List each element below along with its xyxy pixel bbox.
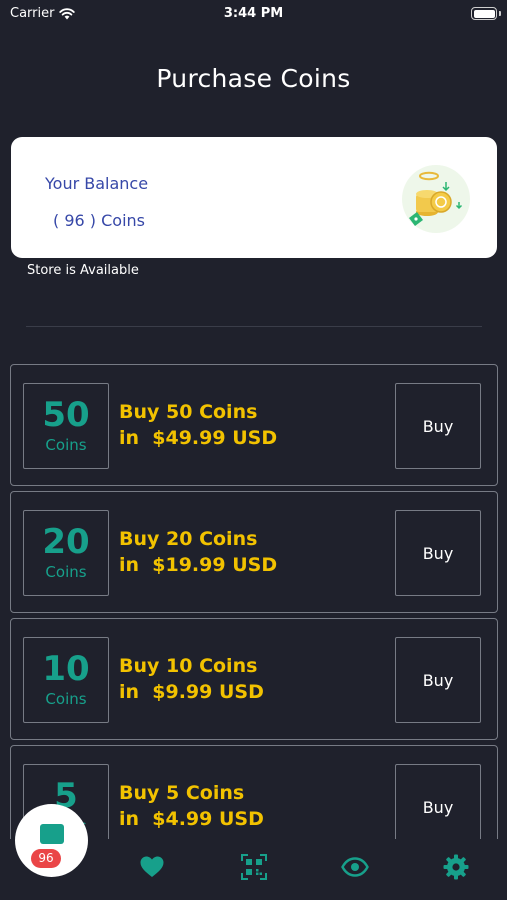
balance-label: Your Balance [45, 174, 149, 193]
coin-amount-box: 20 Coins [23, 510, 109, 596]
package-list[interactable]: 50 Coins Buy 50 Coins in $49.99 USD Buy … [10, 364, 498, 872]
status-time: 3:44 PM [223, 6, 284, 21]
coins-illustration-icon [402, 165, 470, 233]
qr-code-icon [241, 854, 267, 880]
package-price: in $49.99 USD [119, 427, 278, 449]
tab-favorites[interactable] [137, 852, 167, 882]
coin-amount-box: 10 Coins [23, 637, 109, 723]
page-title: Purchase Coins [156, 64, 351, 93]
package-title: Buy 10 Coins [119, 655, 258, 677]
package-price: in $4.99 USD [119, 808, 264, 830]
package-description: Buy 10 Coins in $9.99 USD [119, 653, 264, 705]
buy-button-20[interactable]: Buy [395, 510, 481, 596]
balance-card: Your Balance ( 96 ) Coins [11, 137, 497, 258]
coin-amount: 50 [42, 395, 90, 435]
package-price: in $9.99 USD [119, 681, 264, 703]
tab-settings[interactable] [441, 852, 471, 882]
coin-unit: Coins [45, 690, 87, 708]
coin-amount-box: 50 Coins [23, 383, 109, 469]
package-title: Buy 5 Coins [119, 782, 245, 804]
status-bar: Carrier 3:44 PM [0, 0, 507, 28]
package-price: in $19.99 USD [119, 554, 278, 576]
eye-icon [341, 857, 369, 877]
coin-unit: Coins [45, 436, 87, 454]
store-status: Store is Available [27, 263, 139, 278]
wallet-balance-badge: 96 [31, 849, 61, 868]
buy-button-50[interactable]: Buy [395, 383, 481, 469]
tab-watch[interactable] [340, 852, 370, 882]
package-title: Buy 20 Coins [119, 528, 258, 550]
package-card-20: 20 Coins Buy 20 Coins in $19.99 USD Buy [10, 491, 498, 613]
package-card-10: 10 Coins Buy 10 Coins in $9.99 USD Buy [10, 618, 498, 740]
divider [26, 326, 482, 327]
package-title: Buy 50 Coins [119, 401, 258, 423]
coin-unit: Coins [45, 563, 87, 581]
coin-amount: 20 [42, 522, 90, 562]
package-description: Buy 5 Coins in $4.99 USD [119, 780, 264, 832]
heart-icon [140, 856, 164, 877]
tab-scan[interactable] [239, 852, 269, 882]
coin-amount: 10 [42, 649, 90, 689]
balance-value: ( 96 ) Coins [53, 211, 145, 230]
battery-tip [499, 11, 501, 16]
battery-icon [471, 7, 497, 20]
buy-button-10[interactable]: Buy [395, 637, 481, 723]
tab-wallet[interactable]: 96 [15, 804, 88, 877]
package-description: Buy 50 Coins in $49.99 USD [119, 399, 277, 451]
package-card-50: 50 Coins Buy 50 Coins in $49.99 USD Buy [10, 364, 498, 486]
buy-button-5[interactable]: Buy [395, 764, 481, 850]
package-description: Buy 20 Coins in $19.99 USD [119, 526, 277, 578]
gear-icon [443, 854, 469, 880]
wallet-icon [40, 824, 64, 844]
purchase-coins-screen: Carrier 3:44 PM Purchase Coins Your Bala… [0, 0, 507, 900]
